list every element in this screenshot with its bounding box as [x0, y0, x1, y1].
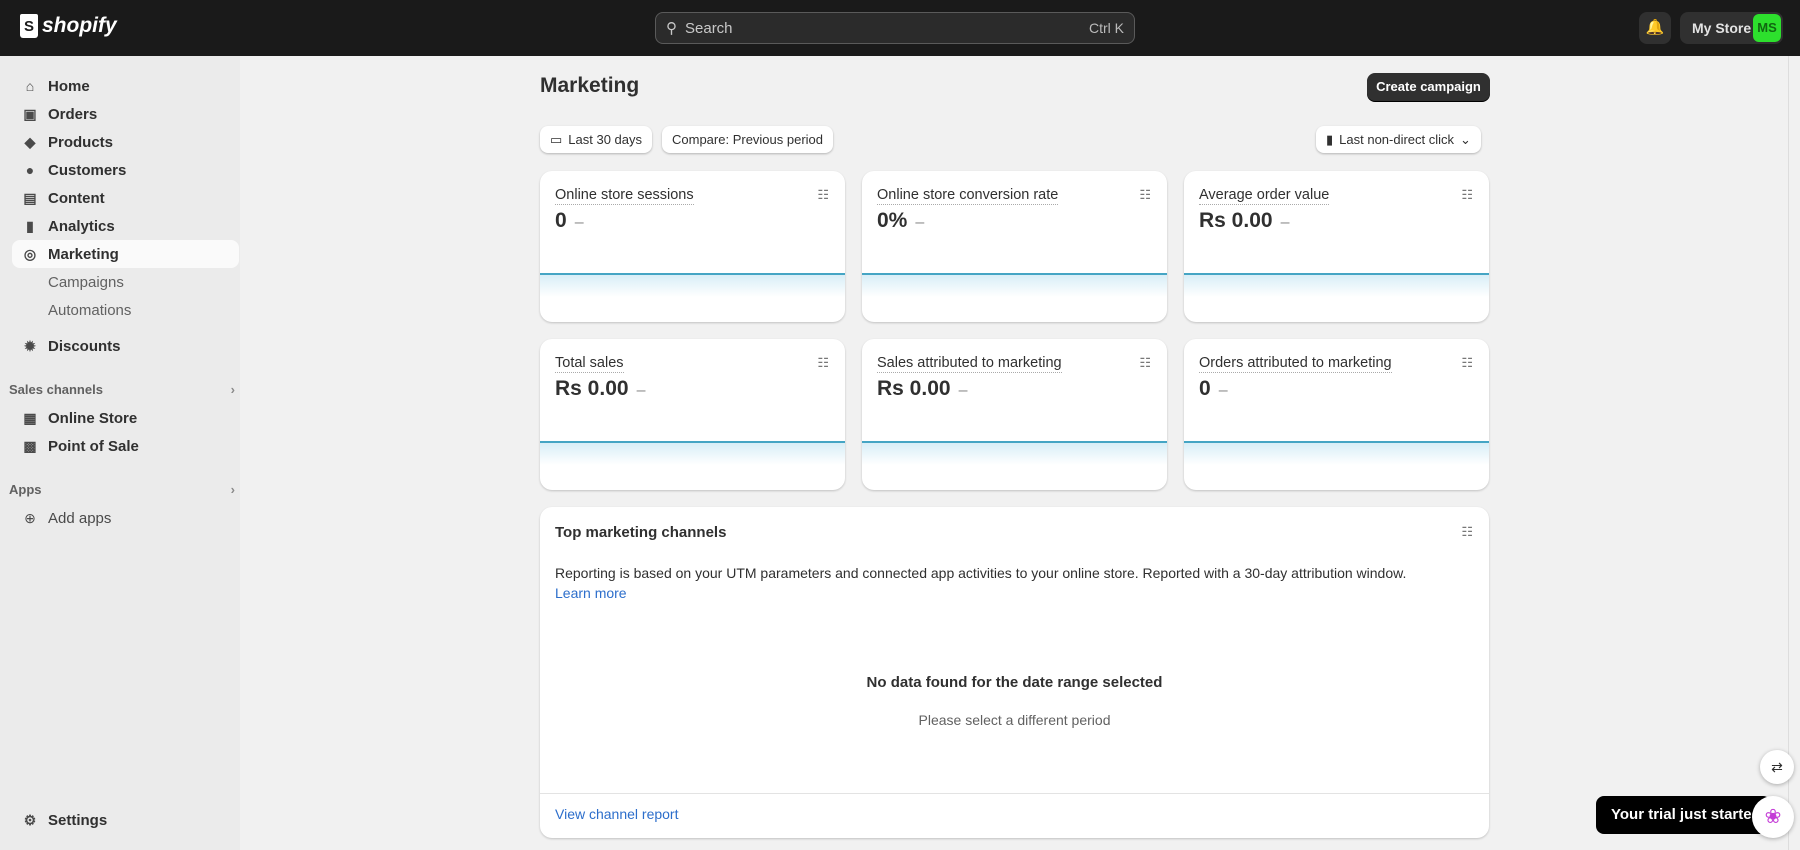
metric-card-orders-attributed[interactable]: Orders attributed to marketing 0– ☷: [1184, 339, 1489, 490]
explore-icon[interactable]: ☷: [1461, 355, 1473, 371]
top-bar: Sshopify ⚲ Search Ctrl K 🔔 My Store MS: [0, 0, 1800, 56]
sidebar-item-discounts[interactable]: ✹ Discounts: [12, 332, 239, 360]
sidebar-item-automations[interactable]: Automations: [12, 296, 239, 324]
bar-chart-icon: ▮: [1326, 131, 1334, 147]
metric-card-total-sales[interactable]: Total sales Rs 0.00– ☷: [540, 339, 845, 490]
sidebar: ⌂ Home ▣ Orders ◆ Products ● Customers ▤ Cont…: [0, 56, 240, 850]
chevron-right-icon: ›: [230, 382, 235, 397]
metric-card-conversion-rate[interactable]: Online store conversion rate 0% – ☷: [862, 171, 1167, 322]
shopify-logo[interactable]: Sshopify: [20, 14, 117, 38]
date-range-button[interactable]: ▭ Last 30 days: [540, 126, 653, 153]
sales-channels-section[interactable]: Sales channels ›: [9, 382, 235, 397]
empty-state-hint: Please select a different period: [918, 712, 1111, 728]
sidebar-item-add-apps[interactable]: ⊕ Add apps: [12, 504, 239, 532]
assistant-brain-icon[interactable]: ❀: [1752, 796, 1794, 838]
search-input[interactable]: ⚲ Search Ctrl K: [655, 12, 1135, 44]
translate-icon[interactable]: ⇄: [1760, 750, 1794, 784]
sidebar-item-point-of-sale[interactable]: ▩ Point of Sale: [12, 432, 239, 460]
metric-card-sessions[interactable]: Online store sessions 0– ☷: [540, 171, 845, 322]
learn-more-link[interactable]: Learn more: [555, 585, 627, 601]
chevron-right-icon: ›: [230, 482, 235, 497]
search-icon: ⚲: [666, 20, 677, 37]
chevron-down-icon: ⌄: [1460, 131, 1471, 147]
attribution-model-select[interactable]: ▮ Last non-direct click ⌄: [1316, 126, 1481, 153]
marketing-target-icon: ◎: [23, 245, 37, 262]
explore-icon[interactable]: ☷: [1461, 524, 1473, 540]
tag-icon: ◆: [24, 133, 36, 150]
sidebar-item-home[interactable]: ⌂ Home: [12, 72, 239, 100]
bar-chart-icon: ▮: [26, 217, 34, 234]
trial-toast[interactable]: Your trial just started: [1596, 796, 1771, 834]
gear-icon: ⚙: [23, 811, 37, 828]
sidebar-item-online-store[interactable]: ▦ Online Store: [12, 404, 239, 432]
sidebar-item-orders[interactable]: ▣ Orders: [12, 100, 239, 128]
apps-section[interactable]: Apps ›: [9, 482, 235, 497]
home-icon: ⌂: [25, 78, 35, 94]
view-channel-report-link[interactable]: View channel report: [555, 806, 678, 822]
store-icon: ▦: [23, 409, 37, 426]
calendar-icon: ▭: [550, 131, 563, 147]
store-menu-button[interactable]: My Store MS: [1680, 12, 1783, 44]
explore-icon[interactable]: ☷: [1461, 187, 1473, 203]
metric-card-sales-attributed[interactable]: Sales attributed to marketing Rs 0.00– ☷: [862, 339, 1167, 490]
content-icon: ▤: [23, 189, 37, 206]
shopify-bag-icon: S: [20, 14, 38, 38]
explore-icon[interactable]: ☷: [1139, 187, 1151, 203]
sidebar-item-analytics[interactable]: ▮ Analytics: [12, 212, 239, 240]
plus-circle-icon: ⊕: [24, 509, 36, 526]
pos-icon: ▩: [23, 437, 37, 454]
sidebar-item-marketing[interactable]: ◎ Marketing: [12, 240, 239, 268]
explore-icon[interactable]: ☷: [817, 355, 829, 371]
avatar: MS: [1753, 14, 1781, 42]
top-marketing-channels-card: Top marketing channels ☷ Reporting is ba…: [540, 507, 1489, 838]
sidebar-item-products[interactable]: ◆ Products: [12, 128, 239, 156]
sidebar-item-settings[interactable]: ⚙ Settings: [12, 806, 239, 834]
empty-state-title: No data found for the date range selecte…: [866, 674, 1163, 691]
create-campaign-button[interactable]: Create campaign: [1367, 73, 1490, 101]
sidebar-item-customers[interactable]: ● Customers: [12, 156, 239, 184]
search-shortcut: Ctrl K: [1089, 20, 1124, 36]
compare-button[interactable]: Compare: Previous period: [662, 126, 834, 153]
sidebar-item-campaigns[interactable]: Campaigns: [12, 268, 239, 296]
notifications-bell-icon[interactable]: 🔔: [1639, 12, 1671, 44]
explore-icon[interactable]: ☷: [1139, 355, 1151, 371]
metric-card-average-order-value[interactable]: Average order value Rs 0.00– ☷: [1184, 171, 1489, 322]
sidebar-item-content[interactable]: ▤ Content: [12, 184, 239, 212]
inbox-icon: ▣: [23, 105, 37, 122]
explore-icon[interactable]: ☷: [817, 187, 829, 203]
person-icon: ●: [25, 162, 35, 178]
discount-icon: ✹: [24, 337, 36, 354]
page-title: Marketing: [540, 74, 640, 97]
scrollbar-track[interactable]: [1788, 56, 1789, 850]
